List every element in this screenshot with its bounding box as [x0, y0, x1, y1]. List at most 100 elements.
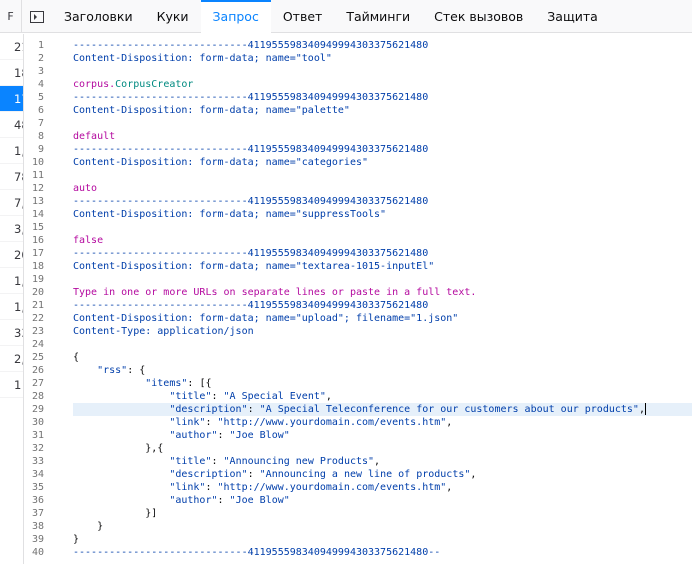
request-row[interactable]: 18 [0, 60, 23, 86]
request-row[interactable]: 7, [0, 190, 23, 216]
request-row[interactable]: 20 [0, 242, 23, 268]
code-token: -----------------------------41195559834… [73, 40, 429, 51]
code-content[interactable]: -----------------------------41195559834… [73, 39, 692, 559]
request-row[interactable]: 2, [0, 346, 23, 372]
request-row[interactable]: 1, [0, 268, 23, 294]
code-token: , [374, 456, 381, 467]
line-number: 3 [37, 66, 44, 77]
code-token: Content-Disposition: form-data; name="te… [73, 261, 435, 272]
line-number: 35 [31, 482, 44, 493]
code-token: : [247, 404, 260, 415]
code-token: "http://www.yourdomain.com/events.htm" [217, 417, 447, 428]
code-token: CorpusCreator [115, 79, 194, 90]
code-line: }] [73, 507, 692, 520]
line-number: 24 [31, 339, 44, 350]
code-token: -----------------------------41195559834… [73, 547, 441, 558]
code-token: : [217, 495, 230, 506]
line-number-gutter: 1 2 3 4 5 6 7 8 9 10 11 12 13 14 15 16 17 18 19 20 21 22 23 24 2… [24, 39, 68, 559]
request-row[interactable]: 48 [0, 112, 23, 138]
tab-1[interactable]: Куки [145, 0, 201, 33]
line-number: 17 [31, 248, 44, 259]
code-line: default [73, 130, 692, 143]
line-number: 22 [31, 313, 44, 324]
line-number: 2 [37, 53, 44, 64]
line-number: 32 [31, 443, 44, 454]
code-line: "description": "A Special Teleconference… [73, 403, 692, 416]
code-token: "title" [169, 391, 212, 402]
request-row[interactable]: 1, [0, 294, 23, 320]
tab-0[interactable]: Заголовки [52, 0, 145, 33]
code-token: : [211, 456, 224, 467]
code-token: -----------------------------41195559834… [73, 248, 429, 259]
code-line: "items": [{ [73, 377, 692, 390]
code-token: }] [73, 508, 158, 519]
code-line: false [73, 234, 692, 247]
tab-6[interactable]: Защита [535, 0, 610, 33]
request-row[interactable]: 17 [0, 86, 23, 112]
code-line: } [73, 533, 692, 546]
line-number: 1 [37, 40, 44, 51]
line-number: 12 [31, 183, 44, 194]
request-row[interactable]: 1 [0, 372, 23, 398]
code-line: -----------------------------41195559834… [73, 143, 692, 156]
code-token: : [247, 469, 260, 480]
tab-3[interactable]: Ответ [271, 0, 334, 33]
line-number: 39 [31, 534, 44, 545]
tab-4[interactable]: Тайминги [334, 0, 422, 33]
request-row[interactable]: 78 [0, 164, 23, 190]
code-token: "description" [169, 404, 248, 415]
request-row[interactable]: 3, [0, 216, 23, 242]
code-line: "author": "Joe Blow" [73, 494, 692, 507]
request-row[interactable]: 21 [0, 34, 23, 60]
code-token: "Joe Blow" [229, 430, 290, 441]
code-line: Content-Disposition: form-data; name="to… [73, 52, 692, 65]
line-number: 33 [31, 456, 44, 467]
line-number: 4 [37, 79, 44, 90]
code-line: -----------------------------41195559834… [73, 247, 692, 260]
code-token: "Joe Blow" [229, 495, 290, 506]
code-line: -----------------------------41195559834… [73, 195, 692, 208]
line-number: 15 [31, 222, 44, 233]
code-token: , [446, 417, 453, 428]
line-number: 5 [37, 92, 44, 103]
code-line: { [73, 351, 692, 364]
code-token: } [73, 534, 80, 545]
tab-5[interactable]: Стек вызовов [422, 0, 535, 33]
request-body-editor[interactable]: 1 2 3 4 5 6 7 8 9 10 11 12 13 14 15 16 17 18 19 20 21 22 23 24 2… [24, 34, 692, 564]
tab-2[interactable]: Запрос [200, 0, 272, 33]
request-row[interactable]: 33 [0, 320, 23, 346]
code-token: "link" [169, 417, 206, 428]
line-number: 18 [31, 261, 44, 272]
code-token: "description" [169, 469, 248, 480]
code-token: : [217, 430, 230, 441]
code-line: auto [73, 182, 692, 195]
line-number: 25 [31, 352, 44, 363]
line-number: 14 [31, 209, 44, 220]
details-tab-bar: F Заголовки Куки Запрос Ответ Тайминги Стек в… [0, 0, 692, 33]
request-list: 211817481,787,3,201,1,332,1 [0, 34, 24, 564]
code-token: : [205, 482, 218, 493]
line-number: 37 [31, 508, 44, 519]
code-line: Content-Disposition: form-data; name="pa… [73, 104, 692, 117]
sidebar-toggle-icon [30, 10, 44, 23]
request-row[interactable]: 1, [0, 138, 23, 164]
code-token: : [211, 391, 224, 402]
request-list-column-header[interactable]: F [0, 0, 22, 33]
code-token: "http://www.yourdomain.com/events.htm" [217, 482, 447, 493]
code-token: Content-Type: application/json [73, 326, 254, 337]
code-token: "author" [169, 495, 218, 506]
code-token: },{ [73, 443, 164, 454]
code-token: "A Special Teleconference for our custom… [259, 404, 639, 415]
line-number: 38 [31, 521, 44, 532]
toggle-panel-button[interactable] [22, 0, 52, 33]
code-line: Content-Disposition: form-data; name="ca… [73, 156, 692, 169]
code-line: },{ [73, 442, 692, 455]
code-line: "link": "http://www.yourdomain.com/event… [73, 416, 692, 429]
